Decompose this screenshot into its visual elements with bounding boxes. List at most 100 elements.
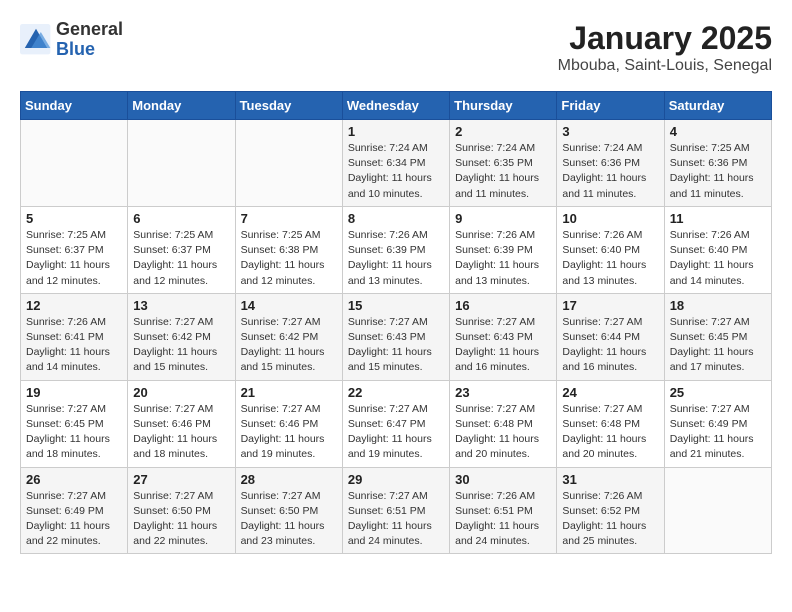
day-number: 6 [133, 211, 229, 226]
day-info: Sunrise: 7:26 AMSunset: 6:39 PMDaylight:… [455, 228, 551, 289]
day-number: 4 [670, 124, 766, 139]
week-row-2: 5Sunrise: 7:25 AMSunset: 6:37 PMDaylight… [21, 206, 772, 293]
calendar-cell: 28 Sunrise: 7:27 AMSunset: 6:50 PMDayligh… [235, 467, 342, 554]
month-year-title: January 2025 [558, 20, 772, 57]
calendar-cell: 17Sunrise: 7:27 AMSunset: 6:44 PMDayligh… [557, 293, 664, 380]
day-number: 29 [348, 472, 444, 487]
logo-general-text: General [56, 19, 123, 39]
day-number: 28 [241, 472, 337, 487]
title-block: January 2025 Mbouba, Saint-Louis, Senega… [558, 20, 772, 75]
day-info: Sunrise: 7:27 AMSunset: 6:42 PMDaylight:… [241, 315, 337, 376]
day-info: Sunrise: 7:27 AMSunset: 6:47 PMDaylight:… [348, 402, 444, 463]
day-info: Sunrise: 7:27 AMSunset: 6:49 PMDaylight:… [670, 402, 766, 463]
day-info: Sunrise: 7:26 AMSunset: 6:52 PMDaylight:… [562, 489, 658, 550]
day-info: Sunrise: 7:25 AMSunset: 6:38 PMDaylight:… [241, 228, 337, 289]
header-sunday: Sunday [21, 92, 128, 120]
day-info: Sunrise: 7:26 AMSunset: 6:40 PMDaylight:… [670, 228, 766, 289]
header-row: SundayMondayTuesdayWednesdayThursdayFrid… [21, 92, 772, 120]
header-thursday: Thursday [450, 92, 557, 120]
logo-blue-text: Blue [56, 39, 95, 59]
calendar-cell: 21 Sunrise: 7:27 AMSunset: 6:46 PMDayligh… [235, 380, 342, 467]
day-info: Sunrise: 7:27 AMSunset: 6:50 PMDaylight:… [241, 489, 337, 550]
calendar-cell: 23 Sunrise: 7:27 AMSunset: 6:48 PMDayligh… [450, 380, 557, 467]
day-number: 19 [26, 385, 122, 400]
day-info: Sunrise: 7:27 AMSunset: 6:43 PMDaylight:… [455, 315, 551, 376]
day-number: 13 [133, 298, 229, 313]
day-info: Sunrise: 7:25 AMSunset: 6:37 PMDaylight:… [133, 228, 229, 289]
calendar-cell: 10 Sunrise: 7:26 AMSunset: 6:40 PMDayligh… [557, 206, 664, 293]
header-wednesday: Wednesday [342, 92, 449, 120]
day-info: Sunrise: 7:27 AMSunset: 6:45 PMDaylight:… [26, 402, 122, 463]
day-number: 17 [562, 298, 658, 313]
calendar-cell: 20 Sunrise: 7:27 AMSunset: 6:46 PMDayligh… [128, 380, 235, 467]
calendar-cell: 4 Sunrise: 7:25 AMSunset: 6:36 PMDaylight… [664, 120, 771, 207]
day-number: 18 [670, 298, 766, 313]
day-info: Sunrise: 7:27 AMSunset: 6:43 PMDaylight:… [348, 315, 444, 376]
day-info: Sunrise: 7:27 AMSunset: 6:46 PMDaylight:… [133, 402, 229, 463]
day-number: 3 [562, 124, 658, 139]
day-number: 16 [455, 298, 551, 313]
day-info: Sunrise: 7:27 AMSunset: 6:51 PMDaylight:… [348, 489, 444, 550]
day-number: 10 [562, 211, 658, 226]
calendar-cell: 13 Sunrise: 7:27 AMSunset: 6:42 PMDayligh… [128, 293, 235, 380]
day-number: 23 [455, 385, 551, 400]
day-info: Sunrise: 7:24 AMSunset: 6:34 PMDaylight:… [348, 141, 444, 202]
calendar-table: SundayMondayTuesdayWednesdayThursdayFrid… [20, 91, 772, 554]
day-number: 26 [26, 472, 122, 487]
day-number: 24 [562, 385, 658, 400]
day-info: Sunrise: 7:25 AMSunset: 6:36 PMDaylight:… [670, 141, 766, 202]
week-row-5: 26Sunrise: 7:27 AMSunset: 6:49 PMDayligh… [21, 467, 772, 554]
header-saturday: Saturday [664, 92, 771, 120]
day-number: 31 [562, 472, 658, 487]
header-friday: Friday [557, 92, 664, 120]
day-info: Sunrise: 7:24 AMSunset: 6:36 PMDaylight:… [562, 141, 658, 202]
calendar-cell: 5Sunrise: 7:25 AMSunset: 6:37 PMDaylight… [21, 206, 128, 293]
calendar-cell: 29 Sunrise: 7:27 AMSunset: 6:51 PMDayligh… [342, 467, 449, 554]
day-number: 9 [455, 211, 551, 226]
week-row-3: 12 Sunrise: 7:26 AMSunset: 6:41 PMDayligh… [21, 293, 772, 380]
calendar-cell: 11 Sunrise: 7:26 AMSunset: 6:40 PMDayligh… [664, 206, 771, 293]
calendar-cell: 1 Sunrise: 7:24 AMSunset: 6:34 PMDaylight… [342, 120, 449, 207]
week-row-4: 19 Sunrise: 7:27 AMSunset: 6:45 PMDayligh… [21, 380, 772, 467]
day-info: Sunrise: 7:26 AMSunset: 6:51 PMDaylight:… [455, 489, 551, 550]
calendar-cell: 31 Sunrise: 7:26 AMSunset: 6:52 PMDayligh… [557, 467, 664, 554]
calendar-cell: 25Sunrise: 7:27 AMSunset: 6:49 PMDayligh… [664, 380, 771, 467]
header-tuesday: Tuesday [235, 92, 342, 120]
calendar-cell: 2Sunrise: 7:24 AMSunset: 6:35 PMDaylight… [450, 120, 557, 207]
day-info: Sunrise: 7:24 AMSunset: 6:35 PMDaylight:… [455, 141, 551, 202]
calendar-cell: 3 Sunrise: 7:24 AMSunset: 6:36 PMDaylight… [557, 120, 664, 207]
calendar-cell [21, 120, 128, 207]
day-number: 30 [455, 472, 551, 487]
calendar-cell: 15Sunrise: 7:27 AMSunset: 6:43 PMDayligh… [342, 293, 449, 380]
calendar-cell: 26Sunrise: 7:27 AMSunset: 6:49 PMDayligh… [21, 467, 128, 554]
calendar-cell: 9 Sunrise: 7:26 AMSunset: 6:39 PMDaylight… [450, 206, 557, 293]
calendar-cell: 22 Sunrise: 7:27 AMSunset: 6:47 PMDayligh… [342, 380, 449, 467]
day-info: Sunrise: 7:27 AMSunset: 6:50 PMDaylight:… [133, 489, 229, 550]
calendar-header: SundayMondayTuesdayWednesdayThursdayFrid… [21, 92, 772, 120]
calendar-cell: 14Sunrise: 7:27 AMSunset: 6:42 PMDayligh… [235, 293, 342, 380]
day-number: 22 [348, 385, 444, 400]
calendar-cell: 30 Sunrise: 7:26 AMSunset: 6:51 PMDayligh… [450, 467, 557, 554]
day-number: 27 [133, 472, 229, 487]
day-number: 12 [26, 298, 122, 313]
day-info: Sunrise: 7:26 AMSunset: 6:39 PMDaylight:… [348, 228, 444, 289]
day-number: 11 [670, 211, 766, 226]
calendar-cell [128, 120, 235, 207]
calendar-cell: 8 Sunrise: 7:26 AMSunset: 6:39 PMDaylight… [342, 206, 449, 293]
page-header: General Blue January 2025 Mbouba, Saint-… [20, 20, 772, 75]
day-info: Sunrise: 7:27 AMSunset: 6:46 PMDaylight:… [241, 402, 337, 463]
location-subtitle: Mbouba, Saint-Louis, Senegal [558, 57, 772, 75]
day-number: 7 [241, 211, 337, 226]
day-info: Sunrise: 7:26 AMSunset: 6:41 PMDaylight:… [26, 315, 122, 376]
day-number: 20 [133, 385, 229, 400]
day-number: 1 [348, 124, 444, 139]
day-number: 21 [241, 385, 337, 400]
day-info: Sunrise: 7:27 AMSunset: 6:48 PMDaylight:… [455, 402, 551, 463]
day-info: Sunrise: 7:26 AMSunset: 6:40 PMDaylight:… [562, 228, 658, 289]
logo-icon [20, 24, 52, 56]
day-number: 8 [348, 211, 444, 226]
calendar-cell: 18Sunrise: 7:27 AMSunset: 6:45 PMDayligh… [664, 293, 771, 380]
calendar-cell: 27 Sunrise: 7:27 AMSunset: 6:50 PMDayligh… [128, 467, 235, 554]
calendar-cell [664, 467, 771, 554]
day-info: Sunrise: 7:27 AMSunset: 6:42 PMDaylight:… [133, 315, 229, 376]
